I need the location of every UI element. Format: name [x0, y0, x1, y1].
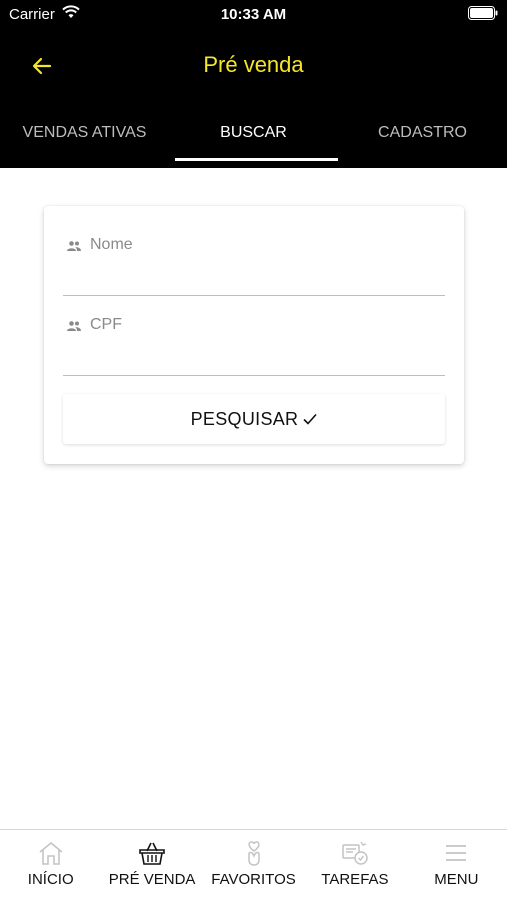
active-tab-indicator [175, 158, 338, 161]
basket-icon [139, 842, 165, 865]
bottom-nav-favoritos[interactable]: FAVORITOS [203, 830, 304, 900]
bottom-nav-inicio[interactable]: INÍCIO [0, 830, 101, 900]
heart-hand-icon [247, 841, 260, 866]
bottom-nav-label: MENU [434, 871, 479, 888]
cpf-field-label: CPF [90, 316, 122, 333]
tab-vendas-ativas[interactable]: VENDAS ATIVAS [0, 112, 169, 168]
menu-icon [446, 845, 467, 861]
check-icon [303, 413, 317, 425]
tab-cadastro[interactable]: CADASTRO [338, 112, 507, 168]
bottom-navigation: INÍCIO PRÉ VENDA FAVORITOS TAREFAS MENU [0, 829, 507, 900]
bottom-nav-label: FAVORITOS [211, 871, 296, 888]
bottom-nav-label: PRÉ VENDA [108, 871, 196, 888]
bottom-nav-tarefas[interactable]: TAREFAS [304, 830, 405, 900]
people-icon [67, 241, 81, 251]
status-bar: Carrier 10:33 AM [0, 0, 507, 28]
search-button[interactable]: PESQUISAR [63, 394, 445, 444]
bottom-nav-label: INÍCIO [27, 871, 74, 888]
name-field[interactable]: Nome [63, 236, 445, 296]
cpf-field[interactable]: CPF [63, 316, 445, 376]
bottom-nav-pre-venda[interactable]: PRÉ VENDA [101, 830, 202, 900]
name-field-label: Nome [90, 236, 133, 253]
battery-icon [468, 6, 498, 20]
status-time: 10:33 AM [220, 6, 287, 23]
app-header: Carrier 10:33 AM Pré venda VENDAS ATIVAS… [0, 0, 507, 168]
tasks-icon [342, 841, 368, 865]
bottom-nav-menu[interactable]: MENU [406, 830, 507, 900]
home-icon [39, 841, 63, 865]
nav-bar: Pré venda [0, 40, 507, 90]
search-button-label: PESQUISAR [190, 408, 299, 429]
people-icon [67, 321, 81, 331]
page-title: Pré venda [203, 52, 304, 77]
bottom-nav-label: TAREFAS [321, 871, 389, 888]
search-card: Nome CPF PESQUISAR [44, 206, 464, 464]
